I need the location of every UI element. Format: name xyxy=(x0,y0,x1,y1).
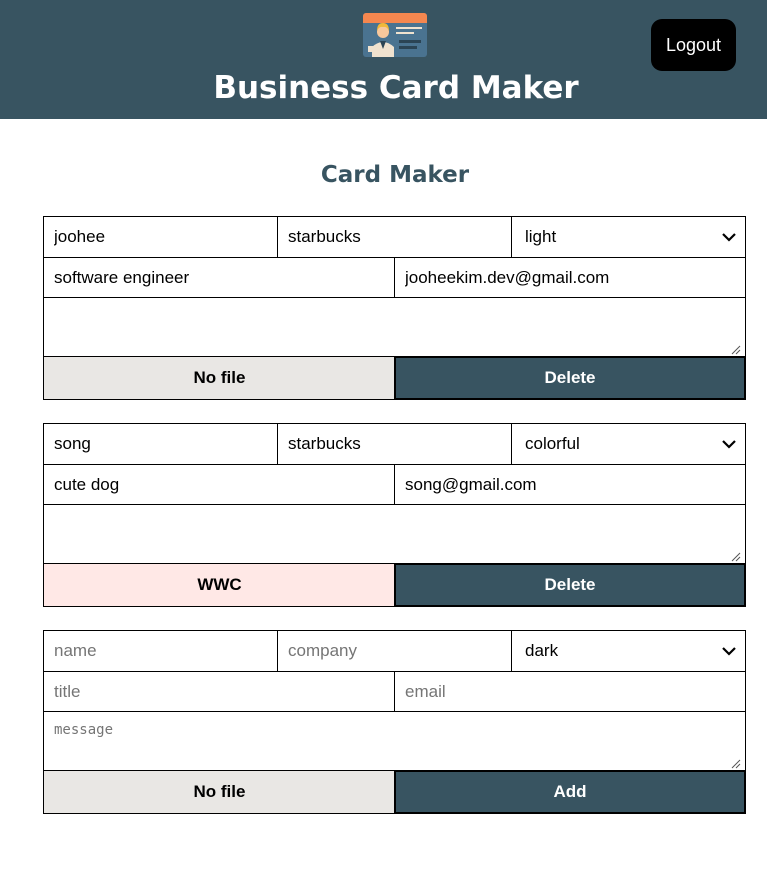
card-edit-form: colorful WWC Delete xyxy=(43,423,746,608)
name-input[interactable] xyxy=(43,423,278,465)
delete-button[interactable]: Delete xyxy=(394,563,746,607)
theme-select[interactable]: dark xyxy=(511,630,746,672)
add-button[interactable]: Add xyxy=(394,770,746,814)
app-title: Business Card Maker xyxy=(213,70,579,106)
company-input[interactable] xyxy=(277,216,512,258)
file-upload-button[interactable]: No file xyxy=(43,770,396,814)
file-upload-button[interactable]: WWC xyxy=(43,563,396,607)
theme-select-value: light xyxy=(525,227,557,246)
name-input[interactable] xyxy=(43,630,278,672)
name-input[interactable] xyxy=(43,216,278,258)
chevron-down-icon xyxy=(722,440,736,449)
email-input[interactable] xyxy=(394,671,746,712)
theme-select-value: dark xyxy=(525,641,559,660)
message-textarea[interactable] xyxy=(43,504,746,564)
title-input[interactable] xyxy=(43,464,395,505)
resize-grip-icon[interactable] xyxy=(731,552,741,562)
theme-select[interactable]: light xyxy=(511,216,746,258)
theme-select-value: colorful xyxy=(525,434,580,453)
message-textarea[interactable] xyxy=(43,711,746,771)
card-edit-form: light No file Delete xyxy=(43,216,746,401)
email-input[interactable] xyxy=(394,464,746,505)
app-header: Business Card Maker Logout xyxy=(0,0,767,119)
company-input[interactable] xyxy=(277,423,512,465)
business-card-icon xyxy=(363,13,427,57)
title-input[interactable] xyxy=(43,257,395,298)
delete-button[interactable]: Delete xyxy=(394,356,746,400)
logout-button[interactable]: Logout xyxy=(651,19,736,71)
email-input[interactable] xyxy=(394,257,746,298)
message-textarea[interactable] xyxy=(43,297,746,357)
file-upload-button[interactable]: No file xyxy=(43,356,396,400)
resize-grip-icon[interactable] xyxy=(731,345,741,355)
card-add-form: dark No file Add xyxy=(43,630,746,815)
resize-grip-icon[interactable] xyxy=(731,759,741,769)
chevron-down-icon xyxy=(722,647,736,656)
theme-select[interactable]: colorful xyxy=(511,423,746,465)
chevron-down-icon xyxy=(722,233,736,242)
company-input[interactable] xyxy=(277,630,512,672)
title-input[interactable] xyxy=(43,671,395,712)
section-title: Card Maker xyxy=(320,162,470,188)
